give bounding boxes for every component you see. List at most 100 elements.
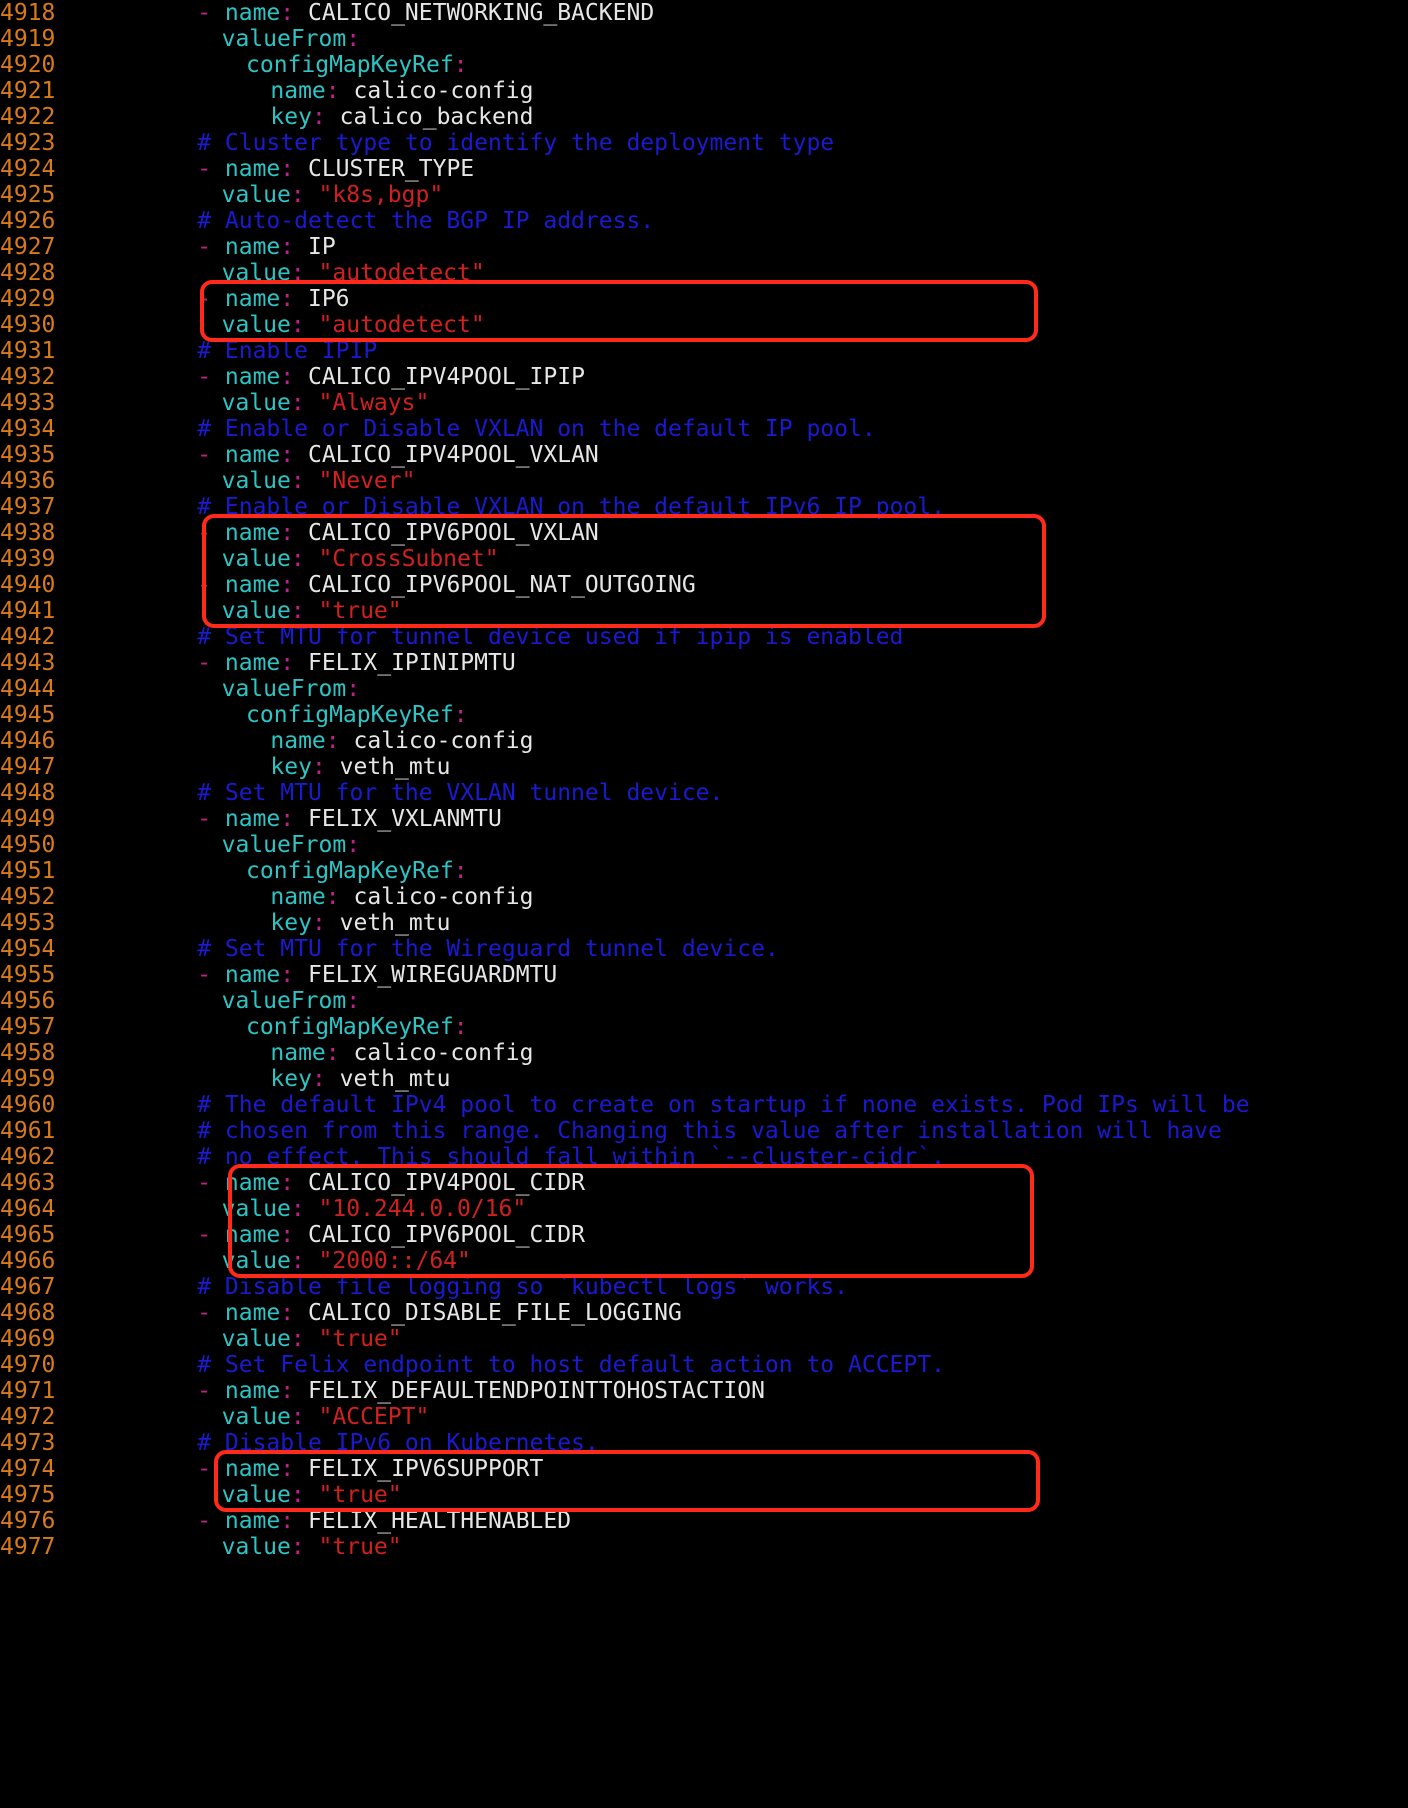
yaml-key: value xyxy=(221,1404,291,1430)
yaml-value: veth_mtu xyxy=(339,1066,451,1092)
yaml-list-dash: - xyxy=(197,364,225,390)
yaml-list-dash: - xyxy=(197,962,225,988)
yaml-value: CLUSTER_TYPE xyxy=(307,156,475,182)
yaml-colon: : xyxy=(280,806,308,832)
yaml-list-dash: - xyxy=(197,1170,225,1196)
yaml-string-value: "true" xyxy=(318,1534,402,1560)
yaml-key: name xyxy=(224,1300,281,1326)
yaml-value: CALICO_IPV4POOL_IPIP xyxy=(307,364,585,390)
yaml-colon: : xyxy=(325,728,354,754)
yaml-colon: : xyxy=(290,1404,319,1430)
yaml-key: name xyxy=(224,442,281,468)
line-number: 4977 xyxy=(0,1534,56,1560)
yaml-string-value: "ACCEPT" xyxy=(318,1404,430,1430)
yaml-list-dash: - xyxy=(197,234,225,260)
yaml-key: valueFrom xyxy=(221,676,347,702)
yaml-key: configMapKeyRef xyxy=(246,702,454,728)
yaml-value: CALICO_IPV4POOL_VXLAN xyxy=(307,442,599,468)
yaml-comment: # The default IPv4 pool to create on sta… xyxy=(197,1092,1250,1118)
yaml-value: veth_mtu xyxy=(339,910,451,936)
yaml-key: name xyxy=(224,962,281,988)
yaml-colon: : xyxy=(311,1066,340,1092)
highlight-box xyxy=(200,280,1038,342)
yaml-colon: : xyxy=(280,1378,308,1404)
yaml-key: name xyxy=(224,156,281,182)
yaml-key: key xyxy=(270,910,312,936)
yaml-value: FELIX_WIREGUARDMTU xyxy=(307,962,558,988)
yaml-key: value xyxy=(221,1534,291,1560)
yaml-colon: : xyxy=(280,650,308,676)
yaml-value: veth_mtu xyxy=(339,754,451,780)
yaml-key: name xyxy=(270,884,326,910)
yaml-key: configMapKeyRef xyxy=(246,52,454,78)
yaml-key: value xyxy=(221,468,291,494)
yaml-key: valueFrom xyxy=(221,26,347,52)
yaml-colon: : xyxy=(325,1040,354,1066)
yaml-colon: : xyxy=(280,234,308,260)
yaml-key: configMapKeyRef xyxy=(246,858,454,884)
yaml-colon: : xyxy=(290,1326,319,1352)
highlight-box xyxy=(228,1164,1034,1278)
yaml-string-value: "true" xyxy=(318,1326,402,1352)
yaml-colon: : xyxy=(280,962,308,988)
yaml-key: name xyxy=(224,806,281,832)
yaml-colon: : xyxy=(346,832,361,858)
yaml-list-dash: - xyxy=(197,442,225,468)
yaml-list-dash: - xyxy=(197,806,225,832)
yaml-colon: : xyxy=(453,1014,468,1040)
yaml-colon: : xyxy=(453,52,468,78)
yaml-colon: : xyxy=(325,884,354,910)
yaml-value: calico-config xyxy=(353,78,534,104)
yaml-colon: : xyxy=(280,364,308,390)
yaml-colon: : xyxy=(453,858,468,884)
highlight-box xyxy=(214,1450,1040,1512)
yaml-colon: : xyxy=(346,988,361,1014)
yaml-list-dash: - xyxy=(197,156,225,182)
yaml-colon: : xyxy=(280,442,308,468)
yaml-colon: : xyxy=(346,676,361,702)
yaml-key: name xyxy=(270,78,326,104)
yaml-value: CALICO_NETWORKING_BACKEND xyxy=(307,0,655,26)
yaml-key: name xyxy=(270,728,326,754)
code-editor[interactable]: 4918- name: CALICO_NETWORKING_BACKEND 491… xyxy=(0,0,1408,1808)
yaml-key: value xyxy=(221,182,291,208)
yaml-list-dash: - xyxy=(197,650,225,676)
yaml-comment: # chosen from this range. Changing this … xyxy=(197,1118,1222,1144)
yaml-value: CALICO_DISABLE_FILE_LOGGING xyxy=(307,1300,682,1326)
yaml-colon: : xyxy=(453,702,468,728)
yaml-value: FELIX_DEFAULTENDPOINTTOHOSTACTION xyxy=(307,1378,765,1404)
yaml-key: configMapKeyRef xyxy=(246,1014,454,1040)
yaml-colon: : xyxy=(290,468,319,494)
yaml-comment: # Auto-detect the BGP IP address. xyxy=(197,208,655,234)
yaml-list-dash: - xyxy=(197,1508,225,1534)
yaml-key: name xyxy=(224,0,281,26)
yaml-value: calico-config xyxy=(353,884,534,910)
yaml-key: name xyxy=(224,234,281,260)
yaml-colon: : xyxy=(311,910,340,936)
yaml-colon: : xyxy=(290,390,319,416)
yaml-comment: # Set MTU for the VXLAN tunnel device. xyxy=(197,780,724,806)
yaml-value: FELIX_VXLANMTU xyxy=(307,806,502,832)
yaml-key: value xyxy=(221,390,291,416)
yaml-list-dash: - xyxy=(197,1300,225,1326)
yaml-key: name xyxy=(224,364,281,390)
yaml-comment: # Set Felix endpoint to host default act… xyxy=(197,1352,945,1378)
yaml-value: calico-config xyxy=(353,1040,534,1066)
yaml-colon: : xyxy=(325,78,354,104)
yaml-string-value: "Never" xyxy=(318,468,416,494)
yaml-colon: : xyxy=(290,1534,319,1560)
yaml-colon: : xyxy=(346,26,361,52)
yaml-key: valueFrom xyxy=(221,832,347,858)
yaml-colon: : xyxy=(280,1300,308,1326)
yaml-comment: # Set MTU for the Wireguard tunnel devic… xyxy=(197,936,779,962)
yaml-colon: : xyxy=(311,104,340,130)
yaml-colon: : xyxy=(311,754,340,780)
highlight-box xyxy=(202,514,1046,628)
code-line[interactable]: 4977 value: "true" xyxy=(0,1532,1408,1562)
yaml-value: IP xyxy=(307,234,336,260)
yaml-comment: # Cluster type to identify the deploymen… xyxy=(197,130,835,156)
yaml-colon: : xyxy=(280,0,308,26)
yaml-value: calico-config xyxy=(353,728,534,754)
yaml-value: FELIX_IPINIPMTU xyxy=(307,650,516,676)
yaml-value: calico_backend xyxy=(339,104,534,130)
